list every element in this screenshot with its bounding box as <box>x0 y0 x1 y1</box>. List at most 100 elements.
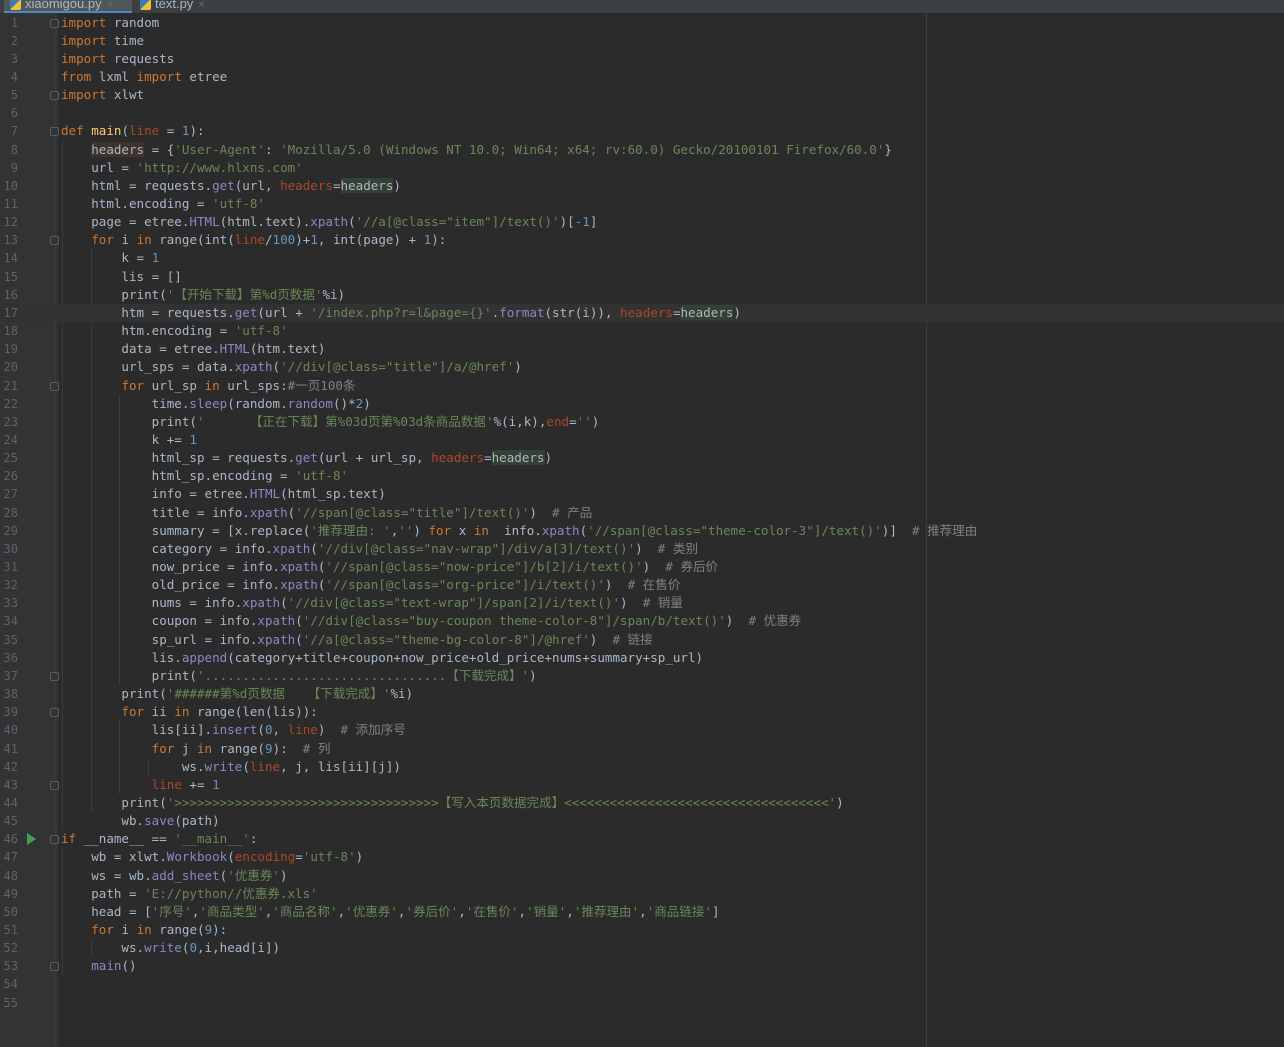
code-line[interactable]: 47 wb = xlwt.Workbook(encoding='utf-8') <box>0 848 1284 866</box>
fold-icon[interactable] <box>50 671 59 681</box>
code-line[interactable]: 49 path = 'E://python//优惠券.xls' <box>0 885 1284 903</box>
code-line[interactable]: 44 print('>>>>>>>>>>>>>>>>>>>>>>>>>>>>>>… <box>0 794 1284 812</box>
line-number[interactable]: 42 <box>0 758 18 776</box>
code-line[interactable]: 52 ws.write(0,i,head[i]) <box>0 939 1284 957</box>
code-line[interactable]: 24 k += 1 <box>0 431 1284 449</box>
code-line[interactable]: 55 <box>0 994 1284 1012</box>
fold-icon[interactable] <box>50 236 59 246</box>
line-number[interactable]: 26 <box>0 467 18 485</box>
line-number[interactable]: 27 <box>0 485 18 503</box>
line-number[interactable]: 54 <box>0 975 18 993</box>
line-number[interactable]: 20 <box>0 358 18 376</box>
line-number[interactable]: 46 <box>0 830 18 848</box>
fold-icon[interactable] <box>50 962 59 972</box>
line-number[interactable]: 21 <box>0 377 18 395</box>
fold-icon[interactable] <box>50 835 59 845</box>
code-line[interactable]: 11 html.encoding = 'utf-8' <box>0 195 1284 213</box>
code-line[interactable]: 27 info = etree.HTML(html_sp.text) <box>0 485 1284 503</box>
line-number[interactable]: 6 <box>0 104 18 122</box>
code-line[interactable]: 25 html_sp = requests.get(url + url_sp, … <box>0 449 1284 467</box>
line-number[interactable]: 37 <box>0 667 18 685</box>
line-number[interactable]: 8 <box>0 141 18 159</box>
code-line[interactable]: 34 coupon = info.xpath('//div[@class="bu… <box>0 612 1284 630</box>
code-line[interactable]: 22 time.sleep(random.random()*2) <box>0 395 1284 413</box>
line-number[interactable]: 7 <box>0 122 18 140</box>
code-line[interactable]: 43 line += 1 <box>0 776 1284 794</box>
line-number[interactable]: 52 <box>0 939 18 957</box>
line-number[interactable]: 4 <box>0 68 18 86</box>
code-line[interactable]: 5 import xlwt <box>0 86 1284 104</box>
line-number[interactable]: 41 <box>0 740 18 758</box>
code-line[interactable]: 50 head = ['序号','商品类型','商品名称','优惠券','券后价… <box>0 903 1284 921</box>
code-line[interactable]: 39 for ii in range(len(lis)): <box>0 703 1284 721</box>
fold-icon[interactable] <box>50 18 59 28</box>
close-tab-icon[interactable]: × <box>107 0 113 11</box>
line-number[interactable]: 51 <box>0 921 18 939</box>
line-number[interactable]: 39 <box>0 703 18 721</box>
line-number[interactable]: 23 <box>0 413 18 431</box>
line-number[interactable]: 24 <box>0 431 18 449</box>
code-line[interactable]: 31 now_price = info.xpath('//span[@class… <box>0 558 1284 576</box>
code-line[interactable]: 33 nums = info.xpath('//div[@class="text… <box>0 594 1284 612</box>
code-line[interactable]: 53 main() <box>0 957 1284 975</box>
code-line[interactable]: 21 for url_sp in url_sps:#一页100条 <box>0 377 1284 395</box>
code-line[interactable]: 30 category = info.xpath('//div[@class="… <box>0 540 1284 558</box>
code-line[interactable]: 2 import time <box>0 32 1284 50</box>
line-number[interactable]: 2 <box>0 32 18 50</box>
code-line[interactable]: 15 lis = [] <box>0 268 1284 286</box>
line-number[interactable]: 29 <box>0 522 18 540</box>
line-number[interactable]: 15 <box>0 268 18 286</box>
code-line[interactable]: 32 old_price = info.xpath('//span[@class… <box>0 576 1284 594</box>
fold-icon[interactable] <box>50 127 59 137</box>
tab-xiaomigou-py[interactable]: xiaomigou.py × <box>4 0 132 13</box>
line-number[interactable]: 25 <box>0 449 18 467</box>
line-number[interactable]: 22 <box>0 395 18 413</box>
code-line[interactable]: 26 html_sp.encoding = 'utf-8' <box>0 467 1284 485</box>
fold-icon[interactable] <box>50 780 59 790</box>
fold-icon[interactable] <box>50 381 59 391</box>
code-line[interactable]: 36 lis.append(category+title+coupon+now_… <box>0 649 1284 667</box>
code-line[interactable]: 45 wb.save(path) <box>0 812 1284 830</box>
code-line[interactable]: 1 import random <box>0 14 1284 32</box>
line-number[interactable]: 32 <box>0 576 18 594</box>
line-number[interactable]: 43 <box>0 776 18 794</box>
code-line[interactable]: 10 html = requests.get(url, headers=head… <box>0 177 1284 195</box>
code-line[interactable]: 16 print('【开始下载】第%d页数据'%i) <box>0 286 1284 304</box>
fold-icon[interactable] <box>50 708 59 718</box>
code-line[interactable]: 7 def main(line = 1): <box>0 122 1284 140</box>
line-number[interactable]: 48 <box>0 867 18 885</box>
line-number[interactable]: 9 <box>0 159 18 177</box>
line-number[interactable]: 40 <box>0 721 18 739</box>
code-line[interactable]: 4 from lxml import etree <box>0 68 1284 86</box>
line-number[interactable]: 50 <box>0 903 18 921</box>
code-line[interactable]: 48 ws = wb.add_sheet('优惠券') <box>0 867 1284 885</box>
line-number[interactable]: 18 <box>0 322 18 340</box>
line-number[interactable]: 10 <box>0 177 18 195</box>
code-line[interactable]: 17 htm = requests.get(url + '/index.php?… <box>0 303 1284 323</box>
line-number[interactable]: 33 <box>0 594 18 612</box>
line-number[interactable]: 28 <box>0 504 18 522</box>
code-line[interactable]: 3 import requests <box>0 50 1284 68</box>
line-number[interactable]: 30 <box>0 540 18 558</box>
code-line[interactable]: 42 ws.write(line, j, lis[ii][j]) <box>0 758 1284 776</box>
code-line[interactable]: 35 sp_url = info.xpath('//a[@class="them… <box>0 631 1284 649</box>
code-line[interactable]: 28 title = info.xpath('//span[@class="ti… <box>0 504 1284 522</box>
close-tab-icon[interactable]: × <box>198 0 204 11</box>
line-number[interactable]: 44 <box>0 794 18 812</box>
run-icon[interactable] <box>27 833 36 846</box>
line-number[interactable]: 45 <box>0 812 18 830</box>
line-number[interactable]: 47 <box>0 848 18 866</box>
code-line[interactable]: 46 if __name__ == '__main__': <box>0 830 1284 848</box>
code-line[interactable]: 29 summary = [x.replace('推荐理由: ','') for… <box>0 522 1284 540</box>
line-number[interactable]: 5 <box>0 86 18 104</box>
code-line[interactable]: 23 print(' 【正在下载】第%03d页第%03d条商品数据'%(i,k)… <box>0 413 1284 431</box>
line-number[interactable]: 19 <box>0 340 18 358</box>
line-number[interactable]: 13 <box>0 231 18 249</box>
code-line[interactable]: 38 print('######第%d页数据 【下载完成】'%i) <box>0 685 1284 703</box>
code-line[interactable]: 54 <box>0 975 1284 993</box>
line-number[interactable]: 35 <box>0 631 18 649</box>
line-number[interactable]: 16 <box>0 286 18 304</box>
line-number[interactable]: 17 <box>0 304 18 322</box>
code-line[interactable]: 51 for i in range(9): <box>0 921 1284 939</box>
code-line[interactable]: 14 k = 1 <box>0 249 1284 267</box>
